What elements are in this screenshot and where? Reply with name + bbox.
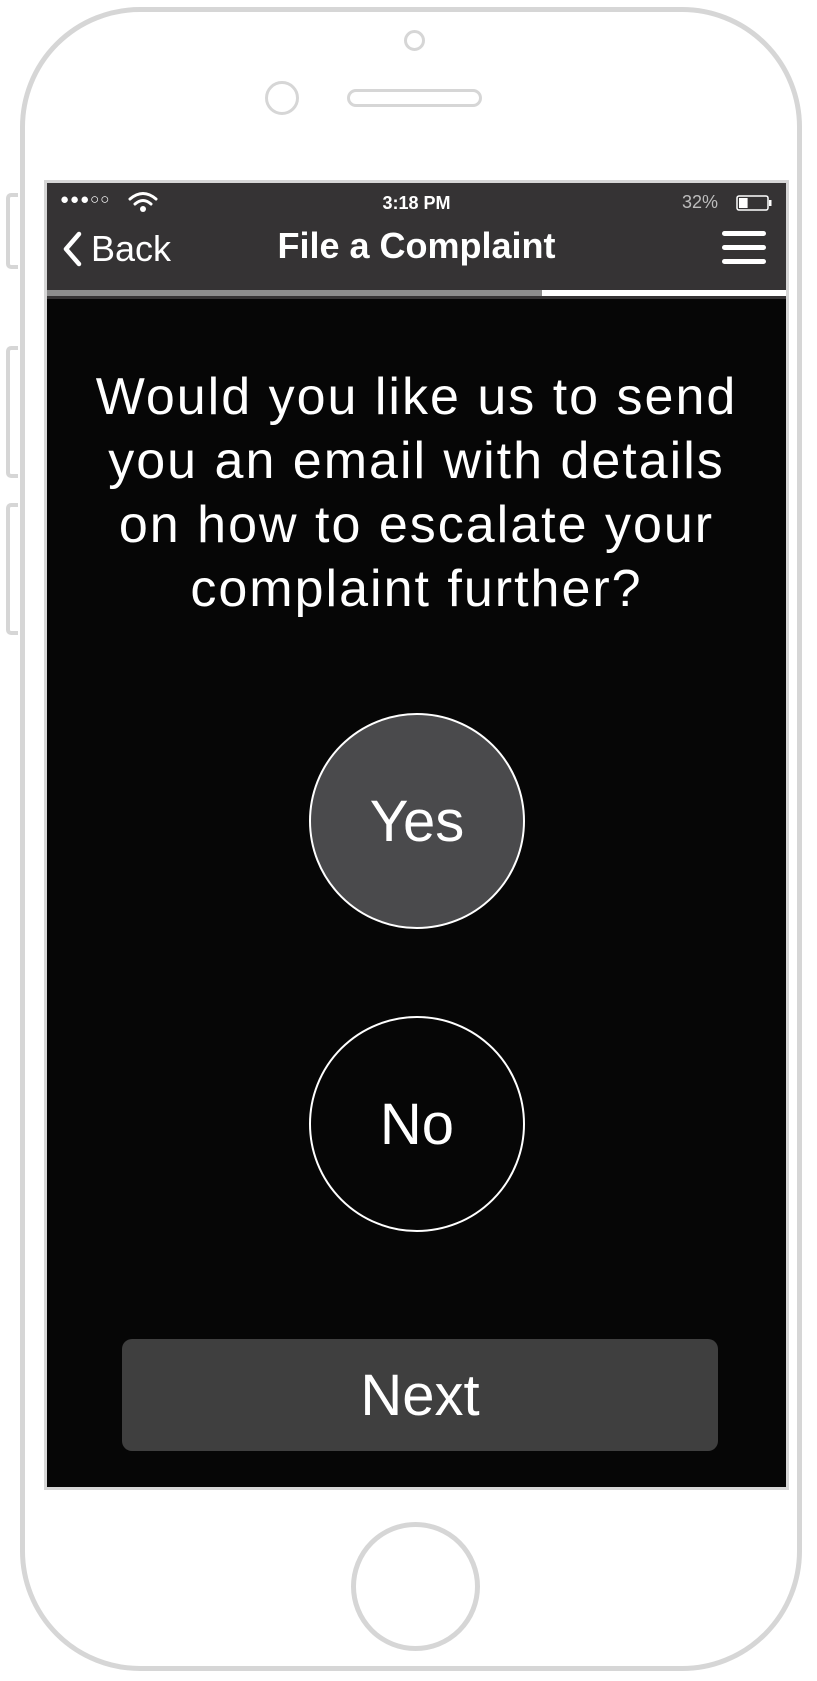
top-bar: ●●●○○ 3:18 PM 32% Back File a Complaint [47, 183, 786, 299]
proximity-sensor-icon [265, 81, 299, 115]
back-label: Back [91, 228, 172, 269]
home-button[interactable] [351, 1522, 480, 1651]
next-button-label: Next [360, 1362, 480, 1428]
volume-down-button [6, 503, 18, 635]
battery-fill [739, 198, 748, 208]
no-option-label: No [379, 1091, 455, 1157]
yes-option-label: Yes [369, 788, 465, 854]
navigation-bar: Back File a Complaint [47, 219, 786, 289]
mute-switch [6, 193, 18, 269]
hamburger-menu-icon[interactable] [720, 227, 768, 269]
volume-up-button [6, 346, 18, 478]
battery-percent: 32% [681, 192, 718, 212]
status-time: 3:18 PM [382, 193, 451, 213]
question-text: Would you like us to send you an email w… [95, 368, 738, 618]
progress-bar [47, 290, 786, 296]
yes-option-button[interactable]: Yes [309, 713, 525, 929]
front-camera-icon [404, 30, 425, 51]
no-option-button[interactable]: No [309, 1016, 525, 1232]
progress-fill [47, 290, 543, 296]
next-button[interactable]: Next [122, 1339, 718, 1451]
status-bar: ●●●○○ 3:18 PM 32% [47, 183, 786, 219]
back-button[interactable]: Back [61, 219, 171, 279]
page: ●●●○○ 3:18 PM 32% Back File a Complaint … [0, 0, 817, 1681]
chevron-left-icon [63, 231, 82, 267]
earpiece-speaker-icon [347, 89, 482, 107]
battery-icon [736, 195, 772, 211]
phone-screen: ●●●○○ 3:18 PM 32% Back File a Complaint … [44, 180, 789, 1490]
